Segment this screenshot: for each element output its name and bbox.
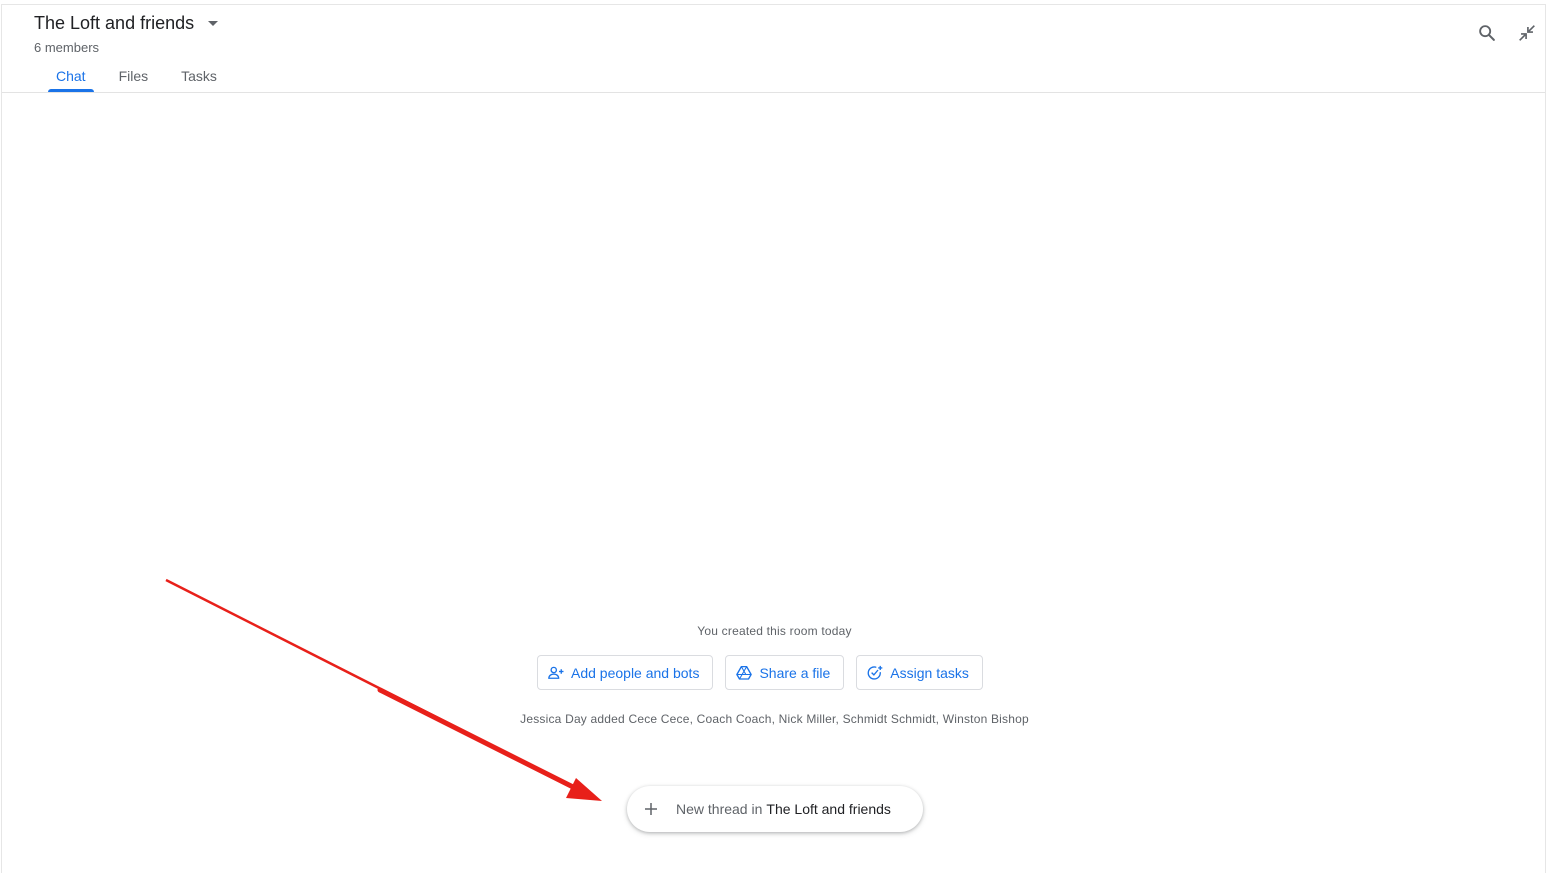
room-title[interactable]: The Loft and friends [34,13,219,34]
assign-tasks-button[interactable]: Assign tasks [856,655,983,690]
room-actions: Add people and bots Share a file Assign … [537,655,995,690]
member-count[interactable]: 6 members [34,40,99,55]
tab-tasks[interactable]: Tasks [171,67,227,92]
new-thread-room-name: The Loft and friends [766,801,891,817]
assign-tasks-label: Assign tasks [890,664,969,681]
room-header: The Loft and friends 6 members Chat File… [2,5,1545,93]
room-tabs: Chat Files Tasks [34,67,240,92]
add-task-icon [867,665,883,680]
room-title-text: The Loft and friends [34,13,195,33]
add-people-and-bots-label: Add people and bots [571,664,700,681]
share-a-file-button[interactable]: Share a file [725,655,845,690]
caret-down-icon[interactable] [208,21,219,26]
new-thread-button[interactable]: New thread in The Loft and friends [627,786,923,832]
drive-icon [736,665,753,680]
members-added-notice: Jessica Day added Cece Cece, Coach Coach… [520,712,1029,726]
share-a-file-label: Share a file [759,664,831,681]
new-thread-prefix: New thread in [676,801,763,817]
chat-room-panel: The Loft and friends 6 members Chat File… [1,4,1546,873]
add-people-and-bots-button[interactable]: Add people and bots [537,655,714,690]
collapse-icon[interactable] [1516,22,1538,44]
room-created-notice: You created this room today [697,624,852,638]
plus-icon [645,803,657,815]
tab-files[interactable]: Files [109,67,159,92]
add-person-icon [548,666,564,679]
tab-chat[interactable]: Chat [46,67,96,92]
search-icon[interactable] [1476,22,1498,44]
